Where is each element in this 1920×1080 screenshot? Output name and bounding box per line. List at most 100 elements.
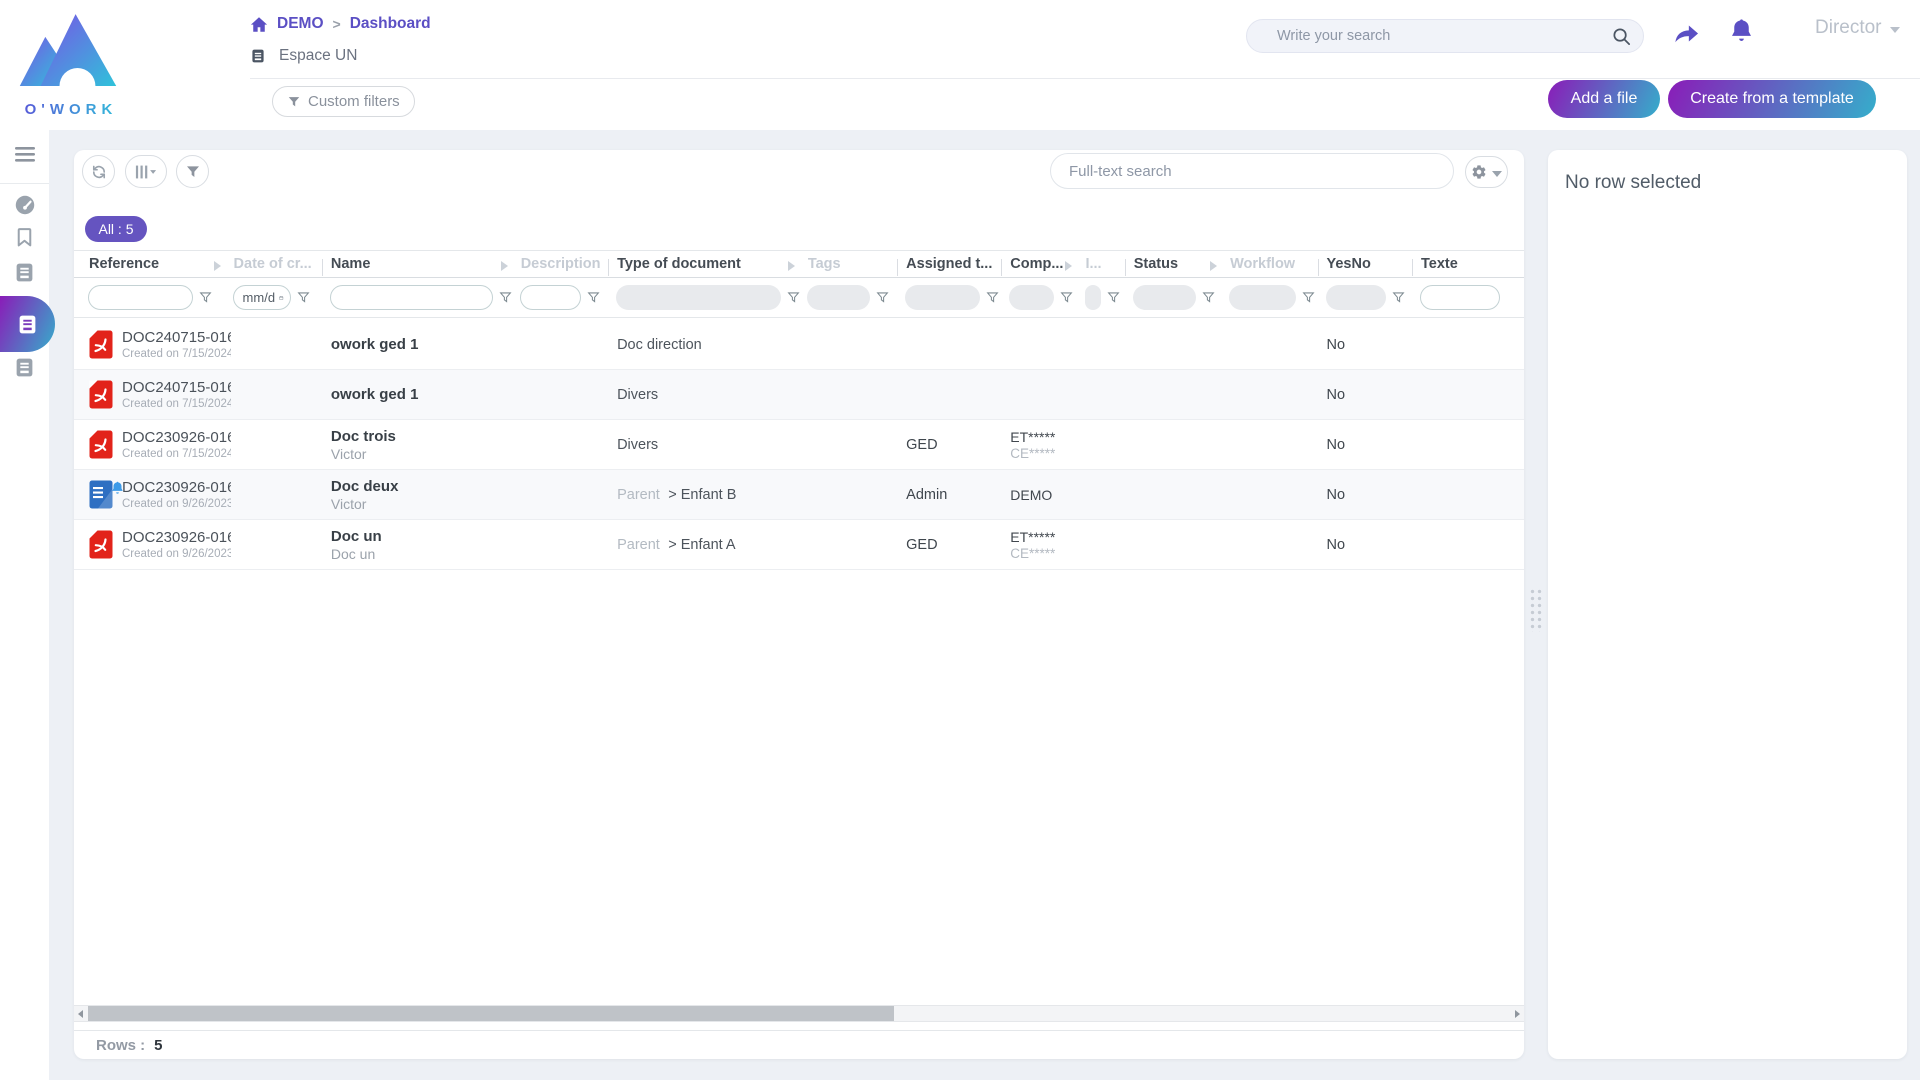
funnel-icon[interactable] — [1202, 291, 1215, 304]
sidebar-item-library[interactable] — [0, 262, 49, 283]
column-header-status[interactable]: Status — [1131, 256, 1227, 272]
column-header-company[interactable]: Comp... — [1007, 256, 1082, 272]
scrollbar-thumb[interactable] — [88, 1006, 894, 1021]
filter-button[interactable] — [176, 155, 209, 188]
pdf-file-icon — [89, 380, 113, 409]
share-icon[interactable] — [1672, 20, 1702, 47]
header-divider — [250, 78, 1920, 79]
reference-filter-input[interactable] — [88, 285, 193, 310]
funnel-icon[interactable] — [499, 291, 512, 304]
description-filter-input[interactable] — [520, 285, 581, 310]
bookmark-icon — [14, 226, 35, 248]
row-created: Created on 7/15/2024 2:45:08 AM — [122, 398, 231, 410]
table-row[interactable]: DOC230926-01610-3 Created on 7/15/2024 2… — [74, 420, 1524, 470]
create-from-template-button[interactable]: Create from a template — [1668, 80, 1876, 118]
tags-filter-disabled — [807, 285, 870, 310]
rows-count-value: 5 — [154, 1037, 162, 1054]
row-company: DEMO — [1010, 487, 1082, 503]
breadcrumb-current[interactable]: Dashboard — [350, 15, 431, 33]
app-logo[interactable]: O'WORK — [16, 8, 126, 118]
horizontal-scrollbar[interactable] — [74, 1005, 1524, 1022]
column-header-i[interactable]: I... — [1082, 256, 1130, 272]
column-header-date-created[interactable]: Date of cr... — [231, 256, 328, 272]
date-filter-input[interactable]: mm/d — [233, 285, 291, 310]
search-icon[interactable] — [1611, 26, 1632, 47]
dashboard-gauge-icon — [14, 194, 36, 216]
sidebar-item-documents-active[interactable] — [0, 296, 55, 352]
column-header-name[interactable]: Name — [328, 256, 518, 272]
row-type: Divers — [617, 437, 658, 453]
notification-bell-icon — [110, 481, 125, 497]
filter-funnel-icon — [287, 95, 301, 109]
scroll-right-arrow-icon[interactable] — [1515, 1010, 1520, 1018]
row-created: Created on 9/26/2023 3:09:45 AM — [122, 498, 231, 510]
workflow-filter-disabled — [1229, 285, 1296, 310]
texte-filter-input[interactable] — [1420, 285, 1500, 310]
funnel-icon[interactable] — [1060, 291, 1073, 304]
global-search[interactable] — [1246, 19, 1644, 53]
table-row[interactable]: DOC240715-01630-0 Created on 7/15/2024 2… — [74, 370, 1524, 420]
row-reference: DOC240715-01636-0 — [122, 329, 231, 346]
pdf-file-icon — [89, 430, 113, 459]
row-type: Doc direction — [617, 337, 702, 353]
user-role-dropdown[interactable]: Director — [1815, 17, 1900, 39]
table-row[interactable]: DOC240715-01636-0 Created on 7/15/2024 2… — [74, 320, 1524, 370]
sidebar — [0, 130, 49, 1080]
funnel-icon[interactable] — [1107, 291, 1120, 304]
row-yesno: No — [1324, 437, 1418, 453]
column-header-reference[interactable]: Reference — [86, 256, 231, 272]
book-icon — [14, 357, 35, 378]
logo-text: O'WORK — [16, 101, 126, 118]
sidebar-menu-toggle[interactable] — [0, 146, 49, 163]
funnel-icon[interactable] — [1392, 291, 1405, 304]
panel-resize-handle[interactable] — [1529, 588, 1543, 632]
funnel-icon[interactable] — [986, 291, 999, 304]
column-header-workflow[interactable]: Workflow — [1227, 256, 1323, 272]
breadcrumb-root[interactable]: DEMO — [277, 15, 324, 33]
table-filter-row: mm/d — [74, 278, 1524, 318]
table-settings-button[interactable] — [1465, 156, 1508, 188]
book-icon — [17, 314, 38, 335]
funnel-icon[interactable] — [297, 291, 310, 304]
custom-filters-label: Custom filters — [308, 93, 400, 110]
yesno-filter-disabled — [1326, 285, 1386, 310]
refresh-button[interactable] — [82, 155, 115, 188]
funnel-icon[interactable] — [876, 291, 889, 304]
scroll-left-arrow-icon[interactable] — [78, 1010, 83, 1018]
column-header-description[interactable]: Description — [518, 256, 614, 272]
bell-icon[interactable] — [1728, 18, 1755, 47]
fulltext-search[interactable] — [1050, 153, 1454, 189]
funnel-icon[interactable] — [587, 291, 600, 304]
breadcrumb-separator: > — [333, 16, 341, 32]
global-search-input[interactable] — [1277, 20, 1597, 52]
columns-visibility-button[interactable] — [125, 155, 167, 188]
gear-icon — [1471, 164, 1487, 180]
add-file-button[interactable]: Add a file — [1548, 80, 1660, 118]
pdf-file-icon — [89, 530, 113, 559]
name-filter-input[interactable] — [330, 285, 493, 310]
row-yesno: No — [1324, 387, 1418, 403]
status-filter-disabled — [1133, 285, 1196, 310]
table-row[interactable]: DOC230926-01608-0 Created on 9/26/2023 3… — [74, 520, 1524, 570]
tab-all-documents[interactable]: All : 5 — [85, 216, 147, 242]
row-name: owork ged 1 — [331, 386, 518, 403]
table-row[interactable]: DOC230926-01609-0 Created on 9/26/2023 3… — [74, 470, 1524, 520]
sidebar-item-archives[interactable] — [0, 357, 49, 378]
word-doc-icon — [89, 480, 113, 509]
columns-icon — [135, 164, 157, 180]
custom-filters-button[interactable]: Custom filters — [272, 86, 415, 117]
column-header-texte[interactable]: Texte — [1418, 256, 1524, 272]
funnel-icon[interactable] — [199, 291, 212, 304]
row-reference: DOC230926-01609-0 — [122, 479, 231, 496]
funnel-icon[interactable] — [787, 291, 800, 304]
column-header-yesno[interactable]: YesNo — [1324, 256, 1418, 272]
sidebar-item-dashboard[interactable] — [0, 194, 49, 216]
funnel-icon[interactable] — [1302, 291, 1315, 304]
table-footer: Rows : 5 — [74, 1030, 1524, 1059]
column-header-assigned-to[interactable]: Assigned t... — [903, 256, 1007, 272]
row-assigned: GED — [903, 437, 1007, 453]
column-header-tags[interactable]: Tags — [805, 256, 903, 272]
column-header-type-of-document[interactable]: Type of document — [614, 256, 805, 272]
fulltext-search-input[interactable] — [1051, 154, 1453, 188]
sidebar-item-bookmarks[interactable] — [0, 226, 49, 248]
